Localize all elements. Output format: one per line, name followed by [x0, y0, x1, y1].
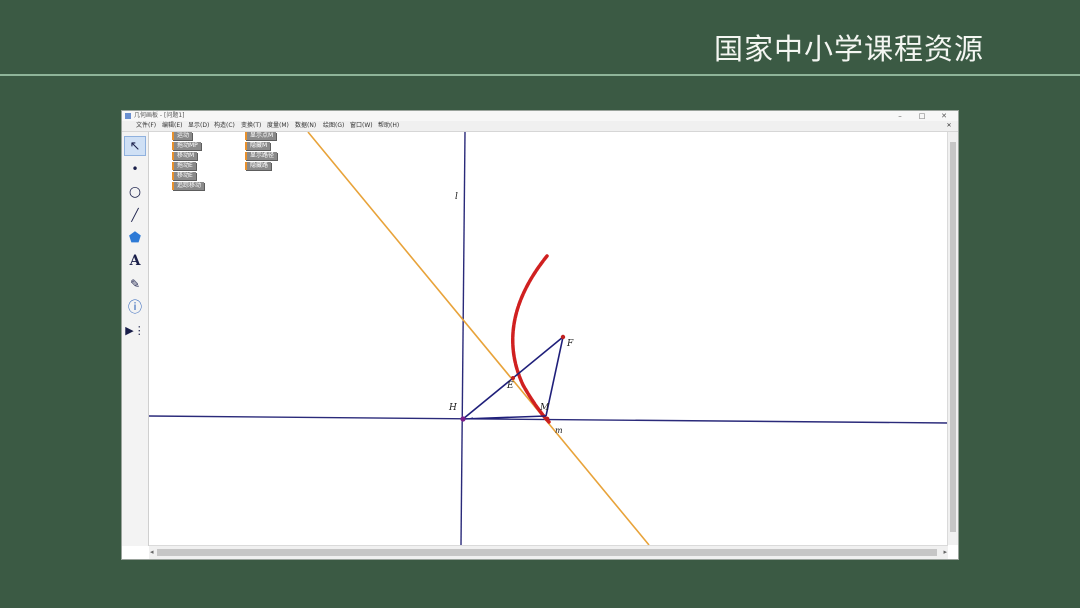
toolbox: ↖ • ○ ╱ ⬟ A ✎ ⓘ ▶⋮ [122, 132, 149, 546]
vertical-scroll-thumb[interactable] [950, 142, 956, 532]
menu-help[interactable]: 帮助(H) [378, 121, 399, 131]
document-close-button[interactable]: ✕ [944, 121, 954, 131]
point-E[interactable] [511, 376, 515, 380]
custom-tool[interactable]: ▶⋮ [124, 320, 146, 340]
point-M[interactable] [544, 416, 550, 422]
action-button-show-path[interactable]: 显示路径 [245, 152, 278, 160]
geometry-sketchpad-window: 几何画板 - [问题1] – □ ✕ 文件(F) 编辑(E) 显示(D) 构造(… [122, 111, 958, 559]
action-button-move-m[interactable]: 移动M [172, 152, 198, 160]
action-button-trace-move[interactable]: 追踪移动 [172, 182, 205, 190]
point-tool[interactable]: • [124, 159, 146, 179]
maximize-button[interactable]: □ [914, 111, 930, 121]
menu-construct[interactable]: 构造(C) [214, 121, 235, 131]
app-icon [125, 113, 131, 119]
action-button-drag-e[interactable]: 拖动E [172, 162, 196, 170]
arrow-mark [468, 417, 474, 420]
orange-line-m[interactable] [307, 132, 650, 545]
horizontal-scroll-thumb[interactable] [157, 549, 937, 556]
label-m: m [555, 426, 563, 435]
straightedge-tool[interactable]: ╱ [124, 205, 146, 225]
label-E: E [507, 381, 514, 391]
locus-trace-curve[interactable] [511, 254, 551, 424]
action-button-hide-m[interactable]: 隐藏M [245, 142, 271, 150]
action-button-move-e[interactable]: 移动E [172, 172, 196, 180]
text-tool[interactable]: A [124, 251, 146, 271]
menu-graph[interactable]: 绘图(G) [323, 121, 344, 131]
scroll-right-icon[interactable]: ▸ [943, 546, 947, 559]
label-l: l [455, 192, 458, 202]
menu-window[interactable]: 窗口(W) [350, 121, 373, 131]
label-F: F [567, 339, 574, 349]
menu-edit[interactable]: 编辑(E) [162, 121, 182, 131]
menu-transform[interactable]: 变换(T) [241, 121, 261, 131]
menu-measure[interactable]: 度量(M) [267, 121, 289, 131]
close-button[interactable]: ✕ [936, 111, 952, 121]
menu-file[interactable]: 文件(F) [136, 121, 156, 131]
marker-tool[interactable]: ✎ [124, 274, 146, 294]
label-M: M [540, 403, 550, 413]
action-button-motion[interactable]: 运动 [172, 132, 193, 140]
title-bar: 几何画板 - [问题1] – □ ✕ [122, 111, 958, 121]
action-button-show-point-m[interactable]: 显示点M [245, 132, 277, 140]
scroll-left-icon[interactable]: ◂ [150, 546, 154, 559]
polygon-tool[interactable]: ⬟ [124, 228, 146, 248]
menu-display[interactable]: 显示(D) [188, 121, 209, 131]
menu-data[interactable]: 数据(N) [295, 121, 316, 131]
horizontal-scrollbar[interactable]: ◂ ▸ [149, 545, 948, 559]
sketch-figure [149, 132, 948, 545]
menu-bar: 文件(F) 编辑(E) 显示(D) 构造(C) 变换(T) 度量(M) 数据(N… [122, 121, 958, 132]
window-title: 几何画板 - [问题1] [134, 112, 185, 119]
action-button-drag-mp[interactable]: 拖动MP [172, 142, 201, 150]
banner-title: 国家中小学课程资源 [713, 32, 984, 66]
sketch-canvas[interactable]: 运动 拖动MP 移动M 拖动E 移动E 追踪移动 显示点M 隐藏M 显示路径 隐… [149, 132, 948, 545]
action-button-hide-path[interactable]: 隐藏路 [245, 162, 272, 170]
minimize-button[interactable]: – [892, 111, 908, 121]
select-arrow-tool[interactable]: ↖ [124, 136, 146, 156]
compass-tool[interactable]: ○ [124, 182, 146, 202]
point-F[interactable] [560, 334, 566, 340]
banner-divider [0, 74, 1080, 76]
information-tool[interactable]: ⓘ [124, 297, 146, 317]
vertical-scrollbar[interactable] [947, 132, 958, 545]
point-H[interactable] [460, 416, 466, 422]
vertical-line-l[interactable] [460, 132, 466, 545]
label-H: H [449, 403, 457, 413]
